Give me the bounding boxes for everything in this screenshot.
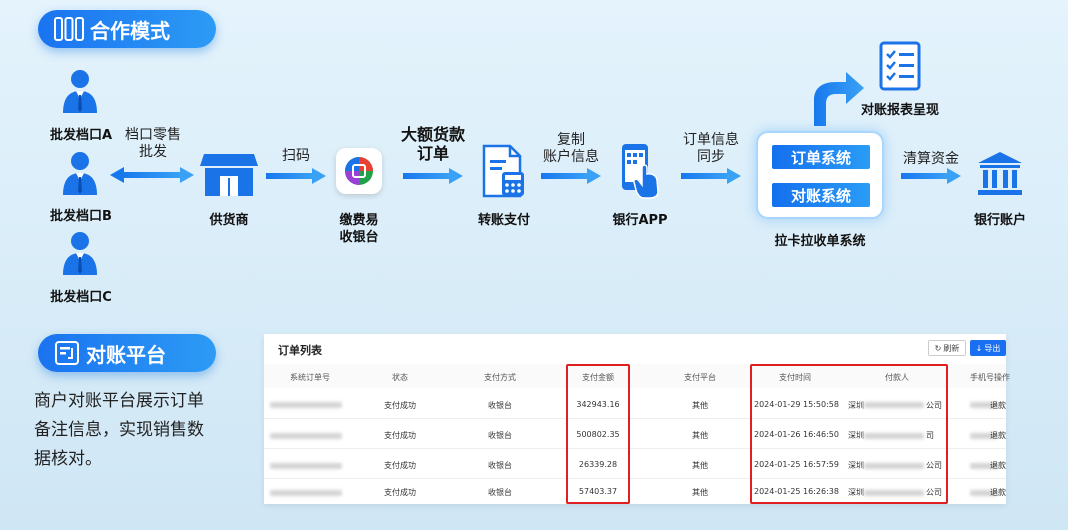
header-platform: 支付平台 [684, 373, 716, 382]
header-order-no: 系统订单号 [290, 373, 330, 382]
person-icon [60, 150, 100, 196]
sync-label-1: 订单信息 [683, 132, 739, 148]
person-icon [60, 230, 100, 276]
person-icon [60, 68, 100, 114]
refund-link[interactable]: 退款 [990, 487, 1006, 498]
store-icon [200, 154, 258, 196]
refund-link[interactable]: 退款 [990, 430, 1006, 441]
reconciliation-description: 商户对账平台展示订单备注信息，实现销售数据核对。 [34, 391, 204, 469]
section-title-cooperation: 合作模式 [38, 10, 216, 48]
export-button[interactable]: ↓ 导出 [970, 340, 1006, 356]
amount-highlight-box [566, 364, 630, 504]
transfer-label: 转账支付 [477, 213, 530, 228]
arrow-right-icon [896, 168, 966, 184]
recon-system-button: 对账系统 [772, 183, 870, 207]
wholesaler-b-label: 批发档口B [50, 209, 112, 224]
bank-app-label: 银行APP [612, 213, 668, 228]
refresh-button[interactable]: ↻ 刷新 [928, 340, 966, 356]
refund-link[interactable]: 退款 [990, 400, 1006, 411]
copy-label-2: 账户信息 [543, 149, 599, 165]
bank-icon [978, 152, 1022, 195]
lakala-label: 拉卡拉收单系统 [774, 234, 866, 249]
sync-label-2: 同步 [697, 149, 725, 165]
arrow-right-icon [540, 168, 602, 184]
bank-account-label: 银行账户 [973, 213, 1026, 228]
retail-label-1: 档口零售 [125, 127, 181, 143]
copy-label-1: 复制 [557, 132, 585, 148]
table-title: 订单列表 [278, 344, 322, 357]
reconcile-icon [55, 341, 79, 365]
scan-label: 扫码 [282, 148, 310, 164]
arrow-right-icon [400, 168, 466, 184]
order-table: 订单列表 ↻ 刷新 ↓ 导出 系统订单号 状态 支付方式 支付金额 支付平台 支付时… [264, 334, 1010, 504]
double-arrow-icon [110, 167, 194, 183]
time-payer-highlight-box [750, 364, 948, 504]
refresh-icon: ↻ [934, 343, 942, 353]
retail-label-2: 批发 [139, 144, 167, 160]
arrow-right-icon [266, 168, 326, 184]
section-title-text: 合作模式 [90, 18, 170, 43]
cashier-app-icon [336, 148, 382, 194]
bulk-label-2: 订单 [416, 144, 449, 163]
header-status: 状态 [392, 373, 408, 382]
order-system-button: 订单系统 [772, 145, 870, 169]
download-icon: ↓ [975, 343, 983, 353]
phone-hand-icon [622, 144, 659, 199]
report-label: 对账报表呈现 [860, 103, 939, 118]
lakala-system-box: 订单系统 对账系统 [756, 131, 884, 219]
header-action: 操作 [994, 373, 1010, 382]
cashier-label-1: 缴费易 [339, 213, 379, 228]
header-method: 支付方式 [484, 373, 516, 382]
section-title-text: 对账平台 [86, 342, 166, 367]
supplier-label: 供货商 [209, 213, 249, 228]
section-title-reconciliation: 对账平台 [38, 334, 216, 372]
wholesaler-c-label: 批发档口C [50, 290, 112, 305]
refund-link[interactable]: 退款 [990, 460, 1006, 471]
checklist-icon [879, 41, 921, 91]
clearing-label: 清算资金 [903, 151, 959, 167]
cashier-label-2: 收银台 [339, 230, 379, 245]
document-calculator-icon [482, 144, 524, 198]
columns-icon [54, 17, 84, 41]
arrow-right-icon [678, 168, 744, 184]
header-phone: 手机号 [970, 373, 994, 382]
bulk-label-1: 大额货款 [400, 125, 465, 144]
wholesaler-a-label: 批发档口A [49, 128, 113, 143]
